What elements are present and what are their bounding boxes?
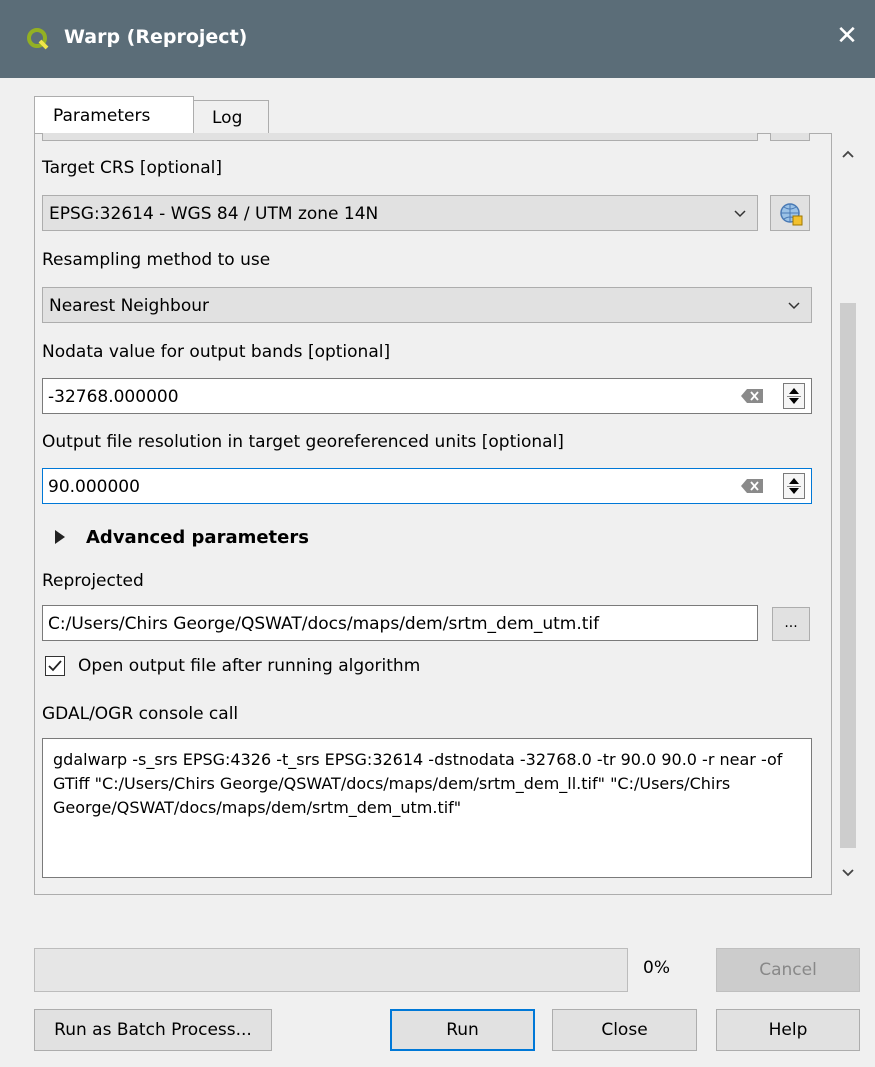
target-crs-select[interactable]: EPSG:32614 - WGS 84 / UTM zone 14N	[42, 195, 758, 231]
output-path-value: C:/Users/Chirs George/QSWAT/docs/maps/de…	[48, 614, 600, 634]
resolution-spinner[interactable]	[783, 473, 805, 499]
tab-parameters[interactable]: Parameters	[34, 96, 194, 134]
nodata-input[interactable]: -32768.000000	[42, 378, 812, 414]
console-label: GDAL/OGR console call	[42, 704, 239, 724]
chevron-down-icon	[734, 210, 746, 218]
scrollbar[interactable]	[837, 133, 859, 893]
cancel-button[interactable]: Cancel	[716, 948, 860, 992]
batch-process-button[interactable]: Run as Batch Process...	[34, 1009, 272, 1051]
clipped-button	[770, 133, 810, 141]
help-button[interactable]: Help	[716, 1009, 860, 1051]
progress-bar	[34, 948, 628, 992]
clear-icon[interactable]	[741, 478, 763, 494]
tab-label: Parameters	[53, 106, 151, 126]
clipped-field	[42, 133, 758, 141]
progress-percent: 0%	[643, 958, 670, 978]
nodata-label: Nodata value for output bands [optional]	[42, 342, 391, 362]
scroll-up-icon[interactable]	[841, 149, 855, 159]
resolution-input[interactable]: 90.000000	[42, 468, 812, 504]
tab-label: Log	[212, 108, 243, 128]
globe-icon	[780, 203, 803, 226]
console-call-text[interactable]: gdalwarp -s_srs EPSG:4326 -t_srs EPSG:32…	[42, 738, 812, 878]
open-output-label: Open output file after running algorithm	[78, 656, 421, 676]
nodata-spinner[interactable]	[783, 383, 805, 409]
advanced-parameters-label: Advanced parameters	[86, 527, 309, 548]
scrollbar-thumb[interactable]	[840, 303, 856, 848]
checkmark-icon	[48, 660, 62, 672]
nodata-value: -32768.000000	[48, 387, 179, 407]
output-label: Reprojected	[42, 571, 144, 591]
close-button[interactable]: Close	[552, 1009, 697, 1051]
qgis-logo-icon	[27, 28, 49, 50]
target-crs-value: EPSG:32614 - WGS 84 / UTM zone 14N	[49, 204, 379, 224]
chevron-down-icon	[788, 302, 800, 310]
output-path-input[interactable]: C:/Users/Chirs George/QSWAT/docs/maps/de…	[42, 605, 758, 641]
clear-icon[interactable]	[741, 388, 763, 404]
resampling-value: Nearest Neighbour	[49, 296, 210, 316]
expand-triangle-icon	[55, 530, 65, 544]
target-crs-label: Target CRS [optional]	[42, 158, 223, 178]
run-button[interactable]: Run	[390, 1009, 535, 1051]
resampling-label: Resampling method to use	[42, 250, 271, 270]
crs-selector-button[interactable]	[770, 195, 810, 231]
resampling-select[interactable]: Nearest Neighbour	[42, 287, 812, 323]
scroll-down-icon[interactable]	[841, 868, 855, 878]
close-window-icon[interactable]: ✕	[833, 22, 861, 50]
open-output-checkbox[interactable]	[45, 656, 65, 676]
window-title: Warp (Reproject)	[64, 26, 248, 48]
resolution-value: 90.000000	[48, 477, 140, 497]
resolution-label: Output file resolution in target georefe…	[42, 432, 564, 452]
tab-log[interactable]: Log	[193, 100, 269, 134]
title-bar: Warp (Reproject) ✕	[0, 0, 875, 78]
browse-button[interactable]: ...	[772, 607, 810, 641]
